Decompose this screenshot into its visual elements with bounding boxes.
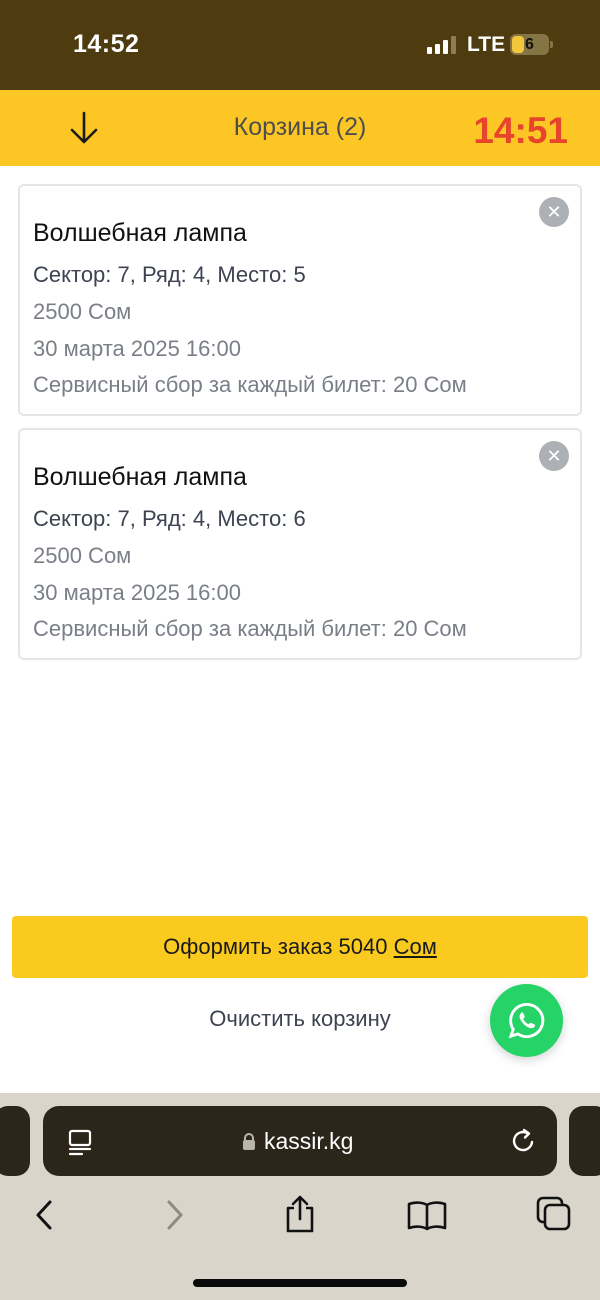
whatsapp-icon — [508, 1002, 545, 1039]
status-bar: 14:52 LTE 6 — [0, 0, 600, 90]
tabs-icon[interactable] — [535, 1195, 573, 1238]
ticket-card: ✕ Волшебная лампа Сектор: 7, Ряд: 4, Мес… — [18, 184, 582, 416]
ticket-date: 30 марта 2025 16:00 — [33, 336, 241, 361]
checkout-currency: Сом — [393, 934, 437, 959]
battery-level: 6 — [525, 36, 534, 53]
battery-icon: 6 — [510, 34, 549, 55]
reservation-timer: 14:51 — [473, 110, 568, 151]
status-time: 14:52 — [73, 30, 140, 58]
ticket-title: Волшебная лампа — [33, 463, 247, 491]
signal-icon — [427, 36, 457, 54]
close-icon[interactable]: ✕ — [539, 441, 569, 471]
network-type: LTE — [467, 33, 506, 56]
url-text[interactable]: kassir.kg — [264, 1128, 353, 1155]
bookmarks-icon[interactable] — [406, 1199, 448, 1236]
lock-icon — [241, 1132, 257, 1157]
ticket-date: 30 марта 2025 16:00 — [33, 580, 241, 605]
ticket-price: 2500 Сом — [33, 299, 132, 324]
ticket-card: ✕ Волшебная лампа Сектор: 7, Ряд: 4, Мес… — [18, 428, 582, 660]
ticket-title: Волшебная лампа — [33, 219, 247, 247]
checkout-button[interactable]: Оформить заказ 5040 Сом — [12, 916, 588, 978]
ticket-price: 2500 Сом — [33, 543, 132, 568]
share-icon[interactable] — [283, 1194, 317, 1239]
close-icon[interactable]: ✕ — [539, 197, 569, 227]
previous-tab[interactable] — [0, 1106, 30, 1176]
reload-icon[interactable] — [510, 1127, 538, 1160]
checkout-label: Оформить заказ 5040 — [163, 934, 388, 959]
ticket-fee: Сервисный сбор за каждый билет: 20 Сом — [33, 372, 467, 397]
next-tab[interactable] — [569, 1106, 600, 1176]
ticket-seat: Сектор: 7, Ряд: 4, Место: 5 — [33, 262, 306, 287]
reader-icon[interactable] — [67, 1128, 95, 1161]
forward-icon[interactable] — [164, 1199, 186, 1236]
whatsapp-button[interactable] — [490, 984, 563, 1057]
ticket-fee: Сервисный сбор за каждый билет: 20 Сом — [33, 616, 467, 641]
ticket-seat: Сектор: 7, Ряд: 4, Место: 6 — [33, 506, 306, 531]
back-icon[interactable] — [33, 1199, 55, 1236]
home-indicator[interactable] — [193, 1279, 407, 1287]
